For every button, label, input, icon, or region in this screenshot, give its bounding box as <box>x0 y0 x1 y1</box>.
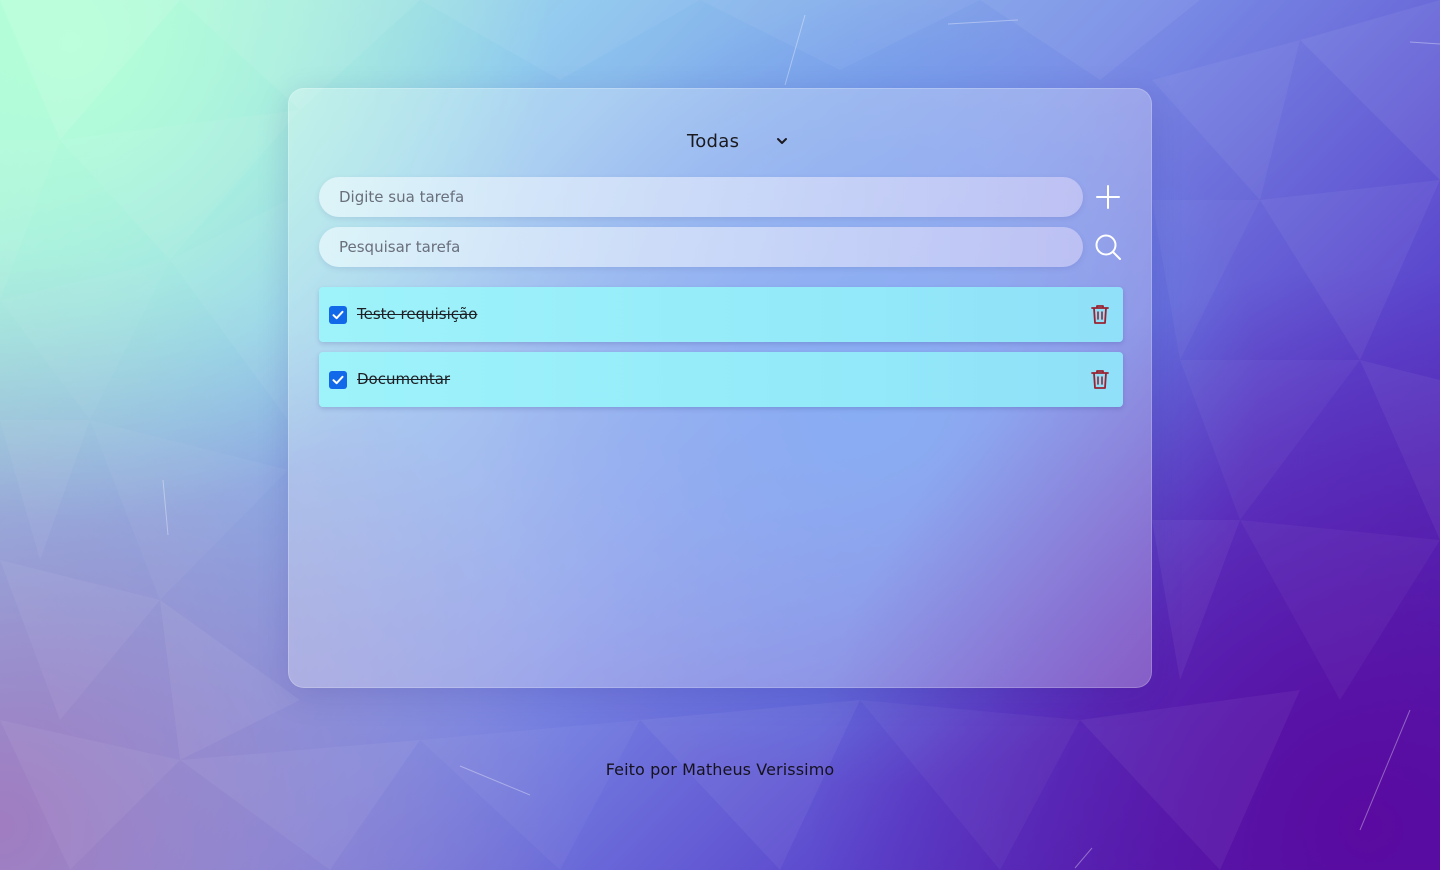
task-list: Teste requisição Documentar <box>319 287 1123 417</box>
plus-icon <box>1096 185 1120 209</box>
todo-card: Todas Teste r <box>288 88 1152 688</box>
check-icon <box>332 375 344 385</box>
add-task-button[interactable] <box>1093 177 1123 217</box>
trash-icon[interactable] <box>1089 368 1111 390</box>
search-icon <box>1095 234 1121 260</box>
task-text: Teste requisição <box>357 305 478 323</box>
trash-icon[interactable] <box>1089 303 1111 325</box>
footer-credit: Feito por Matheus Verissimo <box>605 760 835 779</box>
add-task-row <box>319 177 1123 217</box>
search-task-row <box>319 227 1123 267</box>
chevron-down-icon <box>777 138 788 144</box>
search-task-button[interactable] <box>1093 227 1123 267</box>
filter-dropdown[interactable]: Todas <box>687 129 789 153</box>
search-task-input[interactable] <box>319 227 1083 267</box>
add-task-input[interactable] <box>319 177 1083 217</box>
task-checkbox[interactable] <box>329 371 347 389</box>
task-item: Documentar <box>319 352 1123 407</box>
task-checkbox[interactable] <box>329 306 347 324</box>
check-icon <box>332 310 344 320</box>
task-item: Teste requisição <box>319 287 1123 342</box>
task-text: Documentar <box>357 370 451 388</box>
filter-selected-label: Todas <box>687 130 740 152</box>
